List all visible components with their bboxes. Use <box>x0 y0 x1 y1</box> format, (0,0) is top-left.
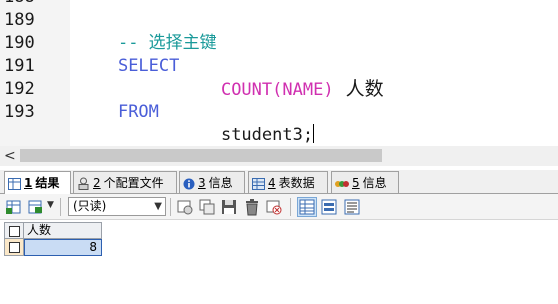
save-icon[interactable] <box>220 198 238 216</box>
toolbar-separator <box>290 198 291 216</box>
result-toolbar: ▼ (只读) ▼ <box>0 194 558 220</box>
grid-table-icon <box>8 177 21 190</box>
count-argument: (NAME) <box>272 80 334 100</box>
scrollbar-thumb[interactable] <box>20 149 382 162</box>
info-icon <box>183 178 195 189</box>
add-row-icon[interactable] <box>176 198 194 216</box>
scroll-left-arrow-icon[interactable]: < <box>4 146 16 166</box>
tab-info-2[interactable]: 5 信息 <box>331 171 399 193</box>
tab-info[interactable]: 3 信息 <box>179 171 245 193</box>
tab-number: 3 <box>198 176 206 190</box>
code-line-191: COUNT(NAME) 人数 <box>180 55 384 100</box>
tab-label: 信息 <box>208 176 233 190</box>
horizontal-scrollbar[interactable]: < <box>0 146 558 166</box>
multicolor-info-icon <box>335 180 349 187</box>
readonly-select[interactable]: (只读) ▼ <box>68 197 166 216</box>
column-header[interactable]: 人数 <box>24 222 102 239</box>
chevron-down-icon[interactable]: ▼ <box>154 198 162 215</box>
export-grid-icon[interactable] <box>5 198 23 216</box>
table-name: student3; <box>220 125 314 145</box>
form-view-icon[interactable] <box>320 198 338 216</box>
tab-label: 结果 <box>35 176 60 190</box>
row-checkbox[interactable] <box>4 239 24 256</box>
profile-icon <box>78 177 89 190</box>
code-line-189: -- 选择主键 <box>77 9 217 53</box>
toolbar-separator <box>170 198 171 216</box>
code-line-193: student3; <box>180 101 315 145</box>
tab-label: 个配置文件 <box>103 176 164 190</box>
function-count: COUNT <box>220 80 273 100</box>
import-grid-icon[interactable] <box>27 198 45 216</box>
grid-view-icon[interactable] <box>297 197 317 217</box>
keyword-select: SELECT <box>117 56 180 76</box>
table-data-icon <box>252 177 265 190</box>
delete-icon[interactable] <box>243 198 261 216</box>
tab-number: 4 <box>268 176 276 190</box>
readonly-select-value: (只读) <box>73 199 107 213</box>
select-all-checkbox[interactable] <box>4 222 24 239</box>
result-tab-strip: 1 结果 2 个配置文件 3 信息 4 表数据 5 信息 <box>0 170 558 194</box>
tab-profiles[interactable]: 2 个配置文件 <box>73 171 177 193</box>
code-line-192: FROM <box>77 78 159 122</box>
tab-table-data[interactable]: 4 表数据 <box>248 171 328 193</box>
sql-editor[interactable]: -- 选择主键 SELECT COUNT(NAME) 人数 FROM studen… <box>74 0 558 146</box>
line-number: 193 <box>4 102 35 122</box>
code-line-190: SELECT <box>77 32 179 76</box>
line-number: 188 <box>4 0 64 9</box>
tab-result[interactable]: 1 结果 <box>4 171 71 194</box>
chevron-down-icon[interactable]: ▼ <box>47 200 54 210</box>
table-cell[interactable]: 8 <box>24 239 102 256</box>
line-number: 192 <box>4 79 35 99</box>
line-number: 191 <box>4 56 35 76</box>
tab-number: 1 <box>24 176 33 190</box>
tab-label: 信息 <box>362 176 387 190</box>
keyword-from: FROM <box>117 102 159 122</box>
tab-label: 表数据 <box>278 176 315 190</box>
checkbox-icon <box>9 242 20 253</box>
line-number-gutter: 188 189 190 191 192 193 <box>0 0 70 146</box>
tab-number: 5 <box>352 176 360 190</box>
checkbox-icon <box>9 226 20 237</box>
cancel-changes-icon[interactable] <box>265 198 283 216</box>
duplicate-row-icon[interactable] <box>198 198 216 216</box>
text-caret <box>313 124 315 143</box>
line-number: 190 <box>4 33 35 53</box>
column-alias: 人数 <box>345 78 384 100</box>
tab-number: 2 <box>93 176 101 190</box>
line-number: 189 <box>4 10 35 30</box>
toolbar-separator <box>60 198 61 216</box>
text-view-icon[interactable] <box>343 198 361 216</box>
